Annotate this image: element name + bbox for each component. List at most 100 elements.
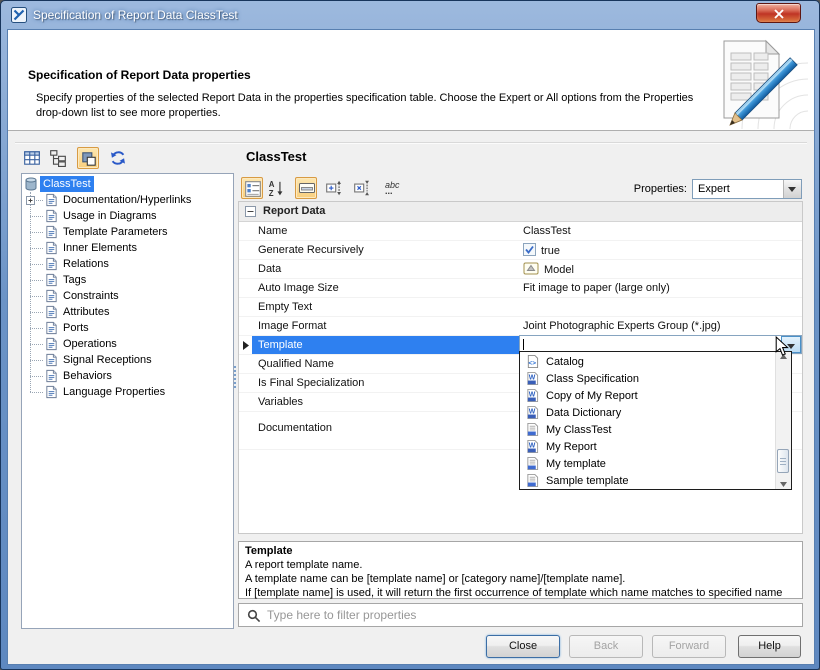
properties-mode-value: Expert: [698, 183, 730, 195]
rtf-file-icon: [526, 474, 539, 493]
document-icon: [46, 321, 57, 335]
template-option-my-template[interactable]: My template: [520, 454, 791, 471]
abc-icon: abc ...: [385, 180, 400, 196]
property-value[interactable]: ClassTest: [519, 222, 802, 240]
document-icon: [46, 225, 57, 239]
table-view-button[interactable]: [21, 147, 43, 169]
document-icon: [46, 289, 57, 303]
header-description: drop-down list to see more properties.: [36, 107, 221, 119]
svg-text:A: A: [269, 180, 275, 189]
close-dialog-button[interactable]: Close: [486, 635, 560, 658]
tree-item-language-properties[interactable]: Language Properties: [22, 384, 233, 400]
template-option-data-dictionary[interactable]: W Data Dictionary: [520, 403, 791, 420]
template-dropdown-list: <> Catalog W Class Specification W Copy of …: [519, 351, 792, 490]
class-icon: [25, 177, 37, 191]
forward-button: Forward: [652, 635, 726, 658]
template-option-copy-of-my-report[interactable]: W Copy of My Report: [520, 386, 791, 403]
property-row-data[interactable]: Data Model: [239, 260, 802, 279]
tree-item-documentation[interactable]: Documentation/Hyperlinks: [22, 192, 233, 208]
dialog-window: Specification of Report Data ClassTest S…: [0, 0, 820, 670]
categorized-view-button[interactable]: [241, 177, 263, 199]
group-header-report-data[interactable]: Report Data: [239, 202, 802, 222]
svg-text:W: W: [529, 408, 536, 415]
refresh-button[interactable]: [107, 147, 129, 169]
description-line: A template name can be [template name] o…: [245, 573, 626, 585]
scroll-thumb[interactable]: [777, 449, 789, 473]
property-description-panel: Template A report template name. A templ…: [238, 541, 803, 599]
filter-input[interactable]: [265, 606, 798, 624]
table-view-icon: [24, 151, 40, 165]
selected-element-name: ClassTest: [246, 149, 307, 164]
scroll-down-icon[interactable]: [780, 482, 787, 487]
tree-item-inner-elements[interactable]: Inner Elements: [22, 240, 233, 256]
property-value[interactable]: Fit image to paper (large only): [519, 279, 802, 297]
tree-item-tags[interactable]: Tags: [22, 272, 233, 288]
template-option-catalog[interactable]: <> Catalog: [520, 352, 791, 369]
section-divider: [15, 142, 807, 144]
tree-item-usage[interactable]: Usage in Diagrams: [22, 208, 233, 224]
collapse-minus-icon[interactable]: [245, 206, 256, 217]
back-button: Back: [569, 635, 643, 658]
description-title: Template: [245, 545, 293, 557]
tree-item-signal-receptions[interactable]: Signal Receptions: [22, 352, 233, 368]
document-icon: [46, 337, 57, 351]
close-icon: [774, 9, 784, 19]
title-bar[interactable]: Specification of Report Data ClassTest: [1, 1, 819, 29]
property-value[interactable]: true: [519, 241, 802, 259]
template-option-my-report[interactable]: W My Report: [520, 437, 791, 454]
filter-box[interactable]: [238, 603, 803, 627]
property-row-auto-image-size[interactable]: Auto Image Size Fit image to paper (larg…: [239, 279, 802, 298]
tree-item-operations[interactable]: Operations: [22, 336, 233, 352]
visible-panels-button[interactable]: [77, 147, 99, 169]
specification-dialog: Specification of Report Data ClassTest S…: [0, 0, 820, 670]
expand-nodes-button[interactable]: [323, 177, 345, 199]
template-option-my-classtest[interactable]: My ClassTest: [520, 420, 791, 437]
collapse-nodes-icon: [354, 180, 369, 196]
header-description: Specify properties of the selected Repor…: [36, 92, 694, 104]
tree-item-attributes[interactable]: Attributes: [22, 304, 233, 320]
template-option-sample-template[interactable]: Sample template: [520, 471, 791, 488]
svg-text:...: ...: [385, 186, 393, 196]
properties-mode-select[interactable]: Expert: [692, 179, 802, 199]
tree-root-classtest[interactable]: ClassTest: [22, 176, 233, 192]
abc-options-button[interactable]: abc ...: [381, 177, 403, 199]
property-value[interactable]: [519, 298, 802, 316]
tree-item-ports[interactable]: Ports: [22, 320, 233, 336]
document-pencil-illustration: [723, 39, 808, 129]
property-row-generate-recursively[interactable]: Generate Recursively true: [239, 241, 802, 260]
property-value[interactable]: Joint Photographic Experts Group (*.jpg): [519, 317, 802, 335]
document-icon: [46, 193, 57, 207]
property-row-name[interactable]: Name ClassTest: [239, 222, 802, 241]
tree-view-button[interactable]: [47, 147, 69, 169]
svg-text:W: W: [529, 391, 536, 398]
show-description-button[interactable]: [295, 177, 317, 199]
checkbox-checked-icon[interactable]: [523, 243, 536, 256]
tree-item-behaviors[interactable]: Behaviors: [22, 368, 233, 384]
tree-item-constraints[interactable]: Constraints: [22, 288, 233, 304]
property-row-image-format[interactable]: Image Format Joint Photographic Experts …: [239, 317, 802, 336]
expand-plus-icon[interactable]: [26, 196, 35, 205]
refresh-icon: [111, 151, 125, 165]
document-icon: [46, 385, 57, 399]
properties-mode-arrow[interactable]: [783, 180, 801, 198]
chevron-down-icon: [788, 187, 796, 192]
header-title: Specification of Report Data properties: [28, 68, 251, 82]
tree-item-relations[interactable]: Relations: [22, 256, 233, 272]
document-icon: [46, 353, 57, 367]
document-icon: [46, 369, 57, 383]
search-icon: [247, 609, 261, 623]
sort-az-icon: A Z: [269, 180, 283, 197]
element-tree[interactable]: ClassTest Documentation/Hyperlinks Usage…: [21, 173, 234, 629]
property-value[interactable]: Model: [519, 260, 802, 278]
sort-alphabetically-button[interactable]: A Z: [265, 177, 287, 199]
help-button[interactable]: Help: [738, 635, 801, 658]
mouse-cursor-icon: [775, 336, 789, 356]
collapse-nodes-button[interactable]: [351, 177, 373, 199]
tree-item-template-parameters[interactable]: Template Parameters: [22, 224, 233, 240]
property-row-empty-text[interactable]: Empty Text: [239, 298, 802, 317]
properties-mode-label: Properties:: [633, 183, 687, 195]
tree-root-label: ClassTest: [40, 176, 94, 192]
dropdown-scrollbar[interactable]: [775, 352, 791, 489]
template-option-class-specification[interactable]: W Class Specification: [520, 369, 791, 386]
close-button[interactable]: [756, 3, 801, 23]
